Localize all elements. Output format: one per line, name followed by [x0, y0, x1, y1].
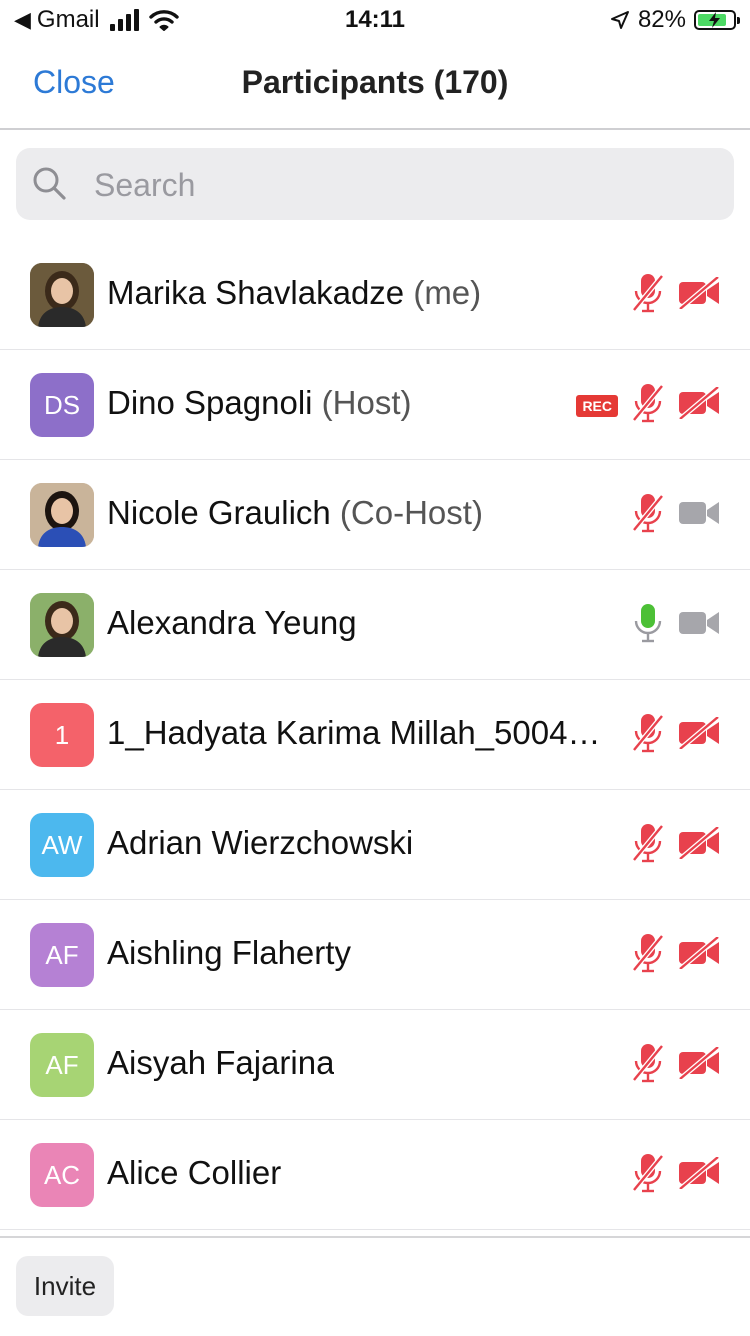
video-off-icon [678, 1045, 720, 1084]
avatar: AF [30, 923, 94, 987]
participant-name: Nicole Graulich (Co-Host) [107, 494, 483, 532]
participant-name: Marika Shavlakadze (me) [107, 274, 481, 312]
participant-status-icons [630, 822, 720, 869]
avatar-initials: DS [43, 389, 81, 420]
participant-status-icons [630, 272, 720, 319]
participant-row[interactable]: Nicole Graulich (Co-Host) [0, 460, 750, 570]
participant-list: Marika Shavlakadze (me) DS Dino Spagnoli (… [0, 240, 750, 1230]
video-off-icon [678, 715, 720, 754]
avatar [30, 483, 94, 547]
mic-muted-icon [630, 932, 666, 979]
mic-muted-icon [630, 712, 666, 759]
back-to-app[interactable]: ◀ Gmail [14, 6, 179, 34]
avatar-initials: AF [45, 939, 79, 970]
participant-status-icons: REC [576, 382, 720, 429]
search-input[interactable] [92, 148, 716, 222]
participant-status-icons [630, 932, 720, 979]
mic-muted-icon [630, 1042, 666, 1089]
back-arrow-icon: ◀ [14, 7, 31, 32]
participant-name-text: Aishling Flaherty [107, 934, 351, 971]
participant-status-icons [630, 712, 720, 759]
location-arrow-icon [610, 11, 629, 29]
participant-name-text: Dino Spagnoli [107, 384, 313, 421]
participant-name: Alice Collier [107, 1154, 281, 1192]
mic-muted-icon [630, 272, 666, 319]
invite-button[interactable]: Invite [16, 1256, 114, 1316]
video-off-icon [678, 935, 720, 974]
mic-muted-icon [630, 382, 666, 429]
participant-name-text: Adrian Wierzchowski [107, 824, 414, 861]
avatar-initials: AF [45, 1049, 79, 1080]
participant-name-text: Nicole Graulich [107, 494, 331, 531]
participant-name-text: Alexandra Yeung [107, 604, 357, 641]
mic-muted-icon [630, 1152, 666, 1199]
participant-row[interactable]: AF Aisyah Fajarina [0, 1010, 750, 1120]
participant-row[interactable]: 1 1_Hadyata Karima Millah_50042... [0, 680, 750, 790]
participant-row[interactable]: AC Alice Collier [0, 1120, 750, 1230]
video-icon [678, 497, 720, 534]
video-off-icon [678, 1155, 720, 1194]
participant-status-icons [630, 602, 720, 649]
signal-icon [109, 9, 139, 31]
avatar [30, 263, 94, 327]
close-button[interactable]: Close [33, 64, 115, 101]
nav-bar: Close Participants (170) [0, 40, 750, 130]
participant-status-icons [630, 492, 720, 539]
video-off-icon [678, 385, 720, 424]
participant-row[interactable]: AW Adrian Wierzchowski [0, 790, 750, 900]
participant-name: Aisyah Fajarina [107, 1044, 334, 1082]
video-off-icon [678, 825, 720, 864]
recording-badge: REC [576, 394, 618, 417]
avatar: AW [30, 813, 94, 877]
avatar-initials: AC [43, 1159, 81, 1190]
participant-name: Aishling Flaherty [107, 934, 351, 972]
battery-percent: 82% [637, 6, 686, 33]
participant-role: (Co-Host) [339, 494, 483, 531]
participant-name-text: Aisyah Fajarina [107, 1044, 335, 1081]
status-bar: ◀ Gmail 14:11 82% [0, 0, 750, 40]
participant-role: (me) [413, 274, 482, 311]
participant-status-icons [630, 1152, 720, 1199]
mic-muted-icon [630, 822, 666, 869]
participant-name-text: Alice Collier [107, 1154, 282, 1191]
participant-row[interactable]: DS Dino Spagnoli (Host) REC [0, 350, 750, 460]
battery-icon [694, 10, 740, 30]
avatar-initials: AW [41, 829, 83, 860]
avatar: 1 [30, 703, 94, 767]
participant-name: Alexandra Yeung [107, 604, 357, 642]
search-bar[interactable] [16, 148, 734, 222]
participant-row[interactable]: Marika Shavlakadze (me) [0, 240, 750, 350]
participant-name-text: 1_Hadyata Karima Millah_50042... [107, 714, 602, 751]
participant-name: 1_Hadyata Karima Millah_50042... [107, 714, 602, 752]
search-icon [33, 167, 66, 200]
mic-icon [630, 602, 666, 649]
avatar: DS [30, 373, 94, 437]
participant-name-text: Marika Shavlakadze [107, 274, 405, 311]
participant-name: Dino Spagnoli (Host) [107, 384, 412, 422]
back-app-label: Gmail [36, 6, 100, 33]
mic-muted-icon [630, 492, 666, 539]
video-icon [678, 607, 720, 644]
participant-row[interactable]: AF Aishling Flaherty [0, 900, 750, 1010]
avatar [30, 593, 94, 657]
avatar-initials: 1 [54, 719, 70, 750]
avatar: AC [30, 1143, 94, 1207]
participant-role: (Host) [321, 384, 412, 421]
video-off-icon [678, 275, 720, 314]
participant-name: Adrian Wierzchowski [107, 824, 413, 862]
participant-status-icons [630, 1042, 720, 1089]
avatar: AF [30, 1033, 94, 1097]
participant-row[interactable]: Alexandra Yeung [0, 570, 750, 680]
bottom-toolbar: Invite [0, 1236, 750, 1336]
wifi-icon [148, 10, 179, 31]
